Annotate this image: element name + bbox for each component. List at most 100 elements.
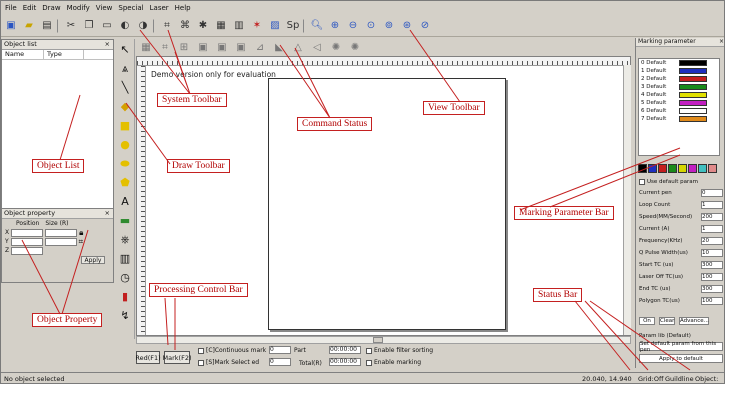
circle-icon[interactable]: ●	[118, 138, 132, 152]
barcode-icon[interactable]: ▥	[118, 252, 132, 266]
position-y-field[interactable]	[10, 237, 43, 246]
use-default-checkbox[interactable]: Use default param	[639, 177, 723, 186]
new-file-icon[interactable]: ▣	[3, 18, 19, 34]
group-icon[interactable]: ⌗	[159, 18, 175, 34]
continuous-mark-checkbox[interactable]: [C]Continuous mark	[198, 347, 266, 354]
lock-tool-icon[interactable]: ▣	[233, 39, 249, 55]
palette-color-swatch[interactable]	[668, 164, 677, 173]
node-edit-icon[interactable]: ✱	[195, 18, 211, 34]
guide-icon[interactable]: ⊞	[176, 39, 192, 55]
guideline-status[interactable]: Guildline	[665, 375, 694, 383]
palette-color-swatch[interactable]	[638, 164, 647, 173]
horizontal-scrollbar[interactable]	[136, 336, 631, 344]
parameter-value-field[interactable]: 10	[701, 248, 723, 257]
parameter-value-field[interactable]: 300	[701, 260, 723, 269]
menu-special[interactable]: Special	[118, 4, 143, 12]
column-type[interactable]: Type	[44, 50, 84, 59]
menu-file[interactable]: File	[5, 4, 17, 12]
select-icon[interactable]: ↖	[118, 43, 132, 57]
parameter-value-field[interactable]: 1	[701, 224, 723, 233]
weld-icon[interactable]: ✺	[328, 39, 344, 55]
filter-sorting-checkbox[interactable]: Enable filter sorting	[366, 347, 433, 354]
palette-color-swatch[interactable]	[688, 164, 697, 173]
zoom-icon[interactable]: 🔍︎	[309, 18, 325, 34]
parameter-value-field[interactable]: 100	[701, 272, 723, 281]
work-area-page[interactable]	[268, 78, 506, 330]
lock-tool-icon[interactable]: ▣	[195, 39, 211, 55]
open-file-icon[interactable]: ▰	[21, 18, 37, 34]
io-output-icon[interactable]: ↯	[118, 309, 132, 323]
vertical-scrollbar[interactable]	[623, 65, 631, 335]
size-y-field[interactable]	[44, 237, 77, 246]
parameter-value-field[interactable]: 200	[701, 212, 723, 221]
pen-row[interactable]: 0 Default	[639, 59, 719, 67]
rectangle-icon[interactable]: ■	[118, 119, 132, 133]
align-icon[interactable]: ▥	[231, 18, 247, 34]
cut-icon[interactable]: ✂	[63, 18, 79, 34]
pen-row[interactable]: 4 Default	[639, 91, 719, 99]
palette-color-swatch[interactable]	[708, 164, 717, 173]
mark-selected-checkbox[interactable]: [S]Mark Select ed	[198, 359, 259, 366]
io-input-icon[interactable]: ▮	[118, 290, 132, 304]
parameter-value-field[interactable]: 100	[701, 296, 723, 305]
grid-icon[interactable]: ⌗	[79, 237, 84, 247]
laser-icon[interactable]: ✶	[249, 18, 265, 34]
apply-to-default-button[interactable]: Apply to default	[639, 354, 723, 363]
size-x-field[interactable]	[45, 228, 78, 237]
pen-row[interactable]: 2 Default	[639, 75, 719, 83]
grid-status[interactable]: Grid:Off	[638, 375, 663, 383]
parameter-value-field[interactable]: 300	[701, 284, 723, 293]
pen-row[interactable]: 5 Default	[639, 99, 719, 107]
parameter-value-field[interactable]: 0	[701, 188, 723, 197]
object-snap-status[interactable]: Object:	[695, 375, 718, 383]
ellipse-icon[interactable]: ⬬	[118, 157, 132, 171]
parameter-value-field[interactable]: 20	[701, 236, 723, 245]
zoom-in-icon[interactable]: ⊕	[327, 18, 343, 34]
zoom-page-icon[interactable]: ⊛	[399, 18, 415, 34]
total-count-field[interactable]: 0	[269, 358, 291, 366]
menu-laser[interactable]: Laser	[150, 4, 169, 12]
text-icon[interactable]: Sp	[285, 18, 301, 34]
trim-icon[interactable]: ✺	[347, 39, 363, 55]
picture-icon[interactable]: ▨	[267, 18, 283, 34]
on-button[interactable]: On	[639, 316, 655, 325]
zoom-selected-icon[interactable]: ⊚	[381, 18, 397, 34]
advance-button[interactable]: Advance...	[679, 316, 709, 325]
flip-icon[interactable]: ◁	[309, 39, 325, 55]
pen-row[interactable]: 1 Default	[639, 67, 719, 75]
undo-icon[interactable]: ◐	[117, 18, 133, 34]
timer-icon[interactable]: ◷	[118, 271, 132, 285]
lock-tool-icon[interactable]: ▣	[214, 39, 230, 55]
red-light-button[interactable]: Red(F1)	[135, 351, 161, 364]
paste-icon[interactable]: ▭	[99, 18, 115, 34]
mirror-icon[interactable]: ◣	[271, 39, 287, 55]
column-name[interactable]: Name	[2, 50, 44, 59]
redo-icon[interactable]: ◑	[135, 18, 151, 34]
close-icon[interactable]: ×	[105, 209, 110, 218]
save-icon[interactable]: ▤	[39, 18, 55, 34]
menu-modify[interactable]: Modify	[67, 4, 90, 12]
clear-button[interactable]: Clear	[659, 316, 675, 325]
menu-draw[interactable]: Draw	[42, 4, 60, 12]
palette-color-swatch[interactable]	[648, 164, 657, 173]
menu-view[interactable]: View	[96, 4, 113, 12]
enable-marking-checkbox[interactable]: Enable marking	[366, 359, 421, 366]
apply-button[interactable]: Apply	[81, 255, 105, 264]
mark-button[interactable]: Mark(F2)	[163, 351, 192, 364]
set-default-param-button[interactable]: Set default param from this pen	[639, 341, 723, 353]
close-icon[interactable]: ×	[105, 40, 110, 49]
close-icon[interactable]: ×	[719, 38, 724, 46]
palette-color-swatch[interactable]	[658, 164, 667, 173]
ungroup-icon[interactable]: ⌘	[177, 18, 193, 34]
zoom-previous-icon[interactable]: ⊘	[417, 18, 433, 34]
pen-row[interactable]: 7 Default	[639, 115, 719, 123]
bitmap-icon[interactable]: ▬	[118, 214, 132, 228]
copy-icon[interactable]: ❐	[81, 18, 97, 34]
curve-icon[interactable]: ◆	[118, 100, 132, 114]
text-tool-icon[interactable]: A	[118, 195, 132, 209]
parameter-value-field[interactable]: 1	[701, 200, 723, 209]
menu-edit[interactable]: Edit	[23, 4, 37, 12]
position-z-field[interactable]	[11, 246, 44, 255]
menu-help[interactable]: Help	[175, 4, 191, 12]
palette-color-swatch[interactable]	[698, 164, 707, 173]
